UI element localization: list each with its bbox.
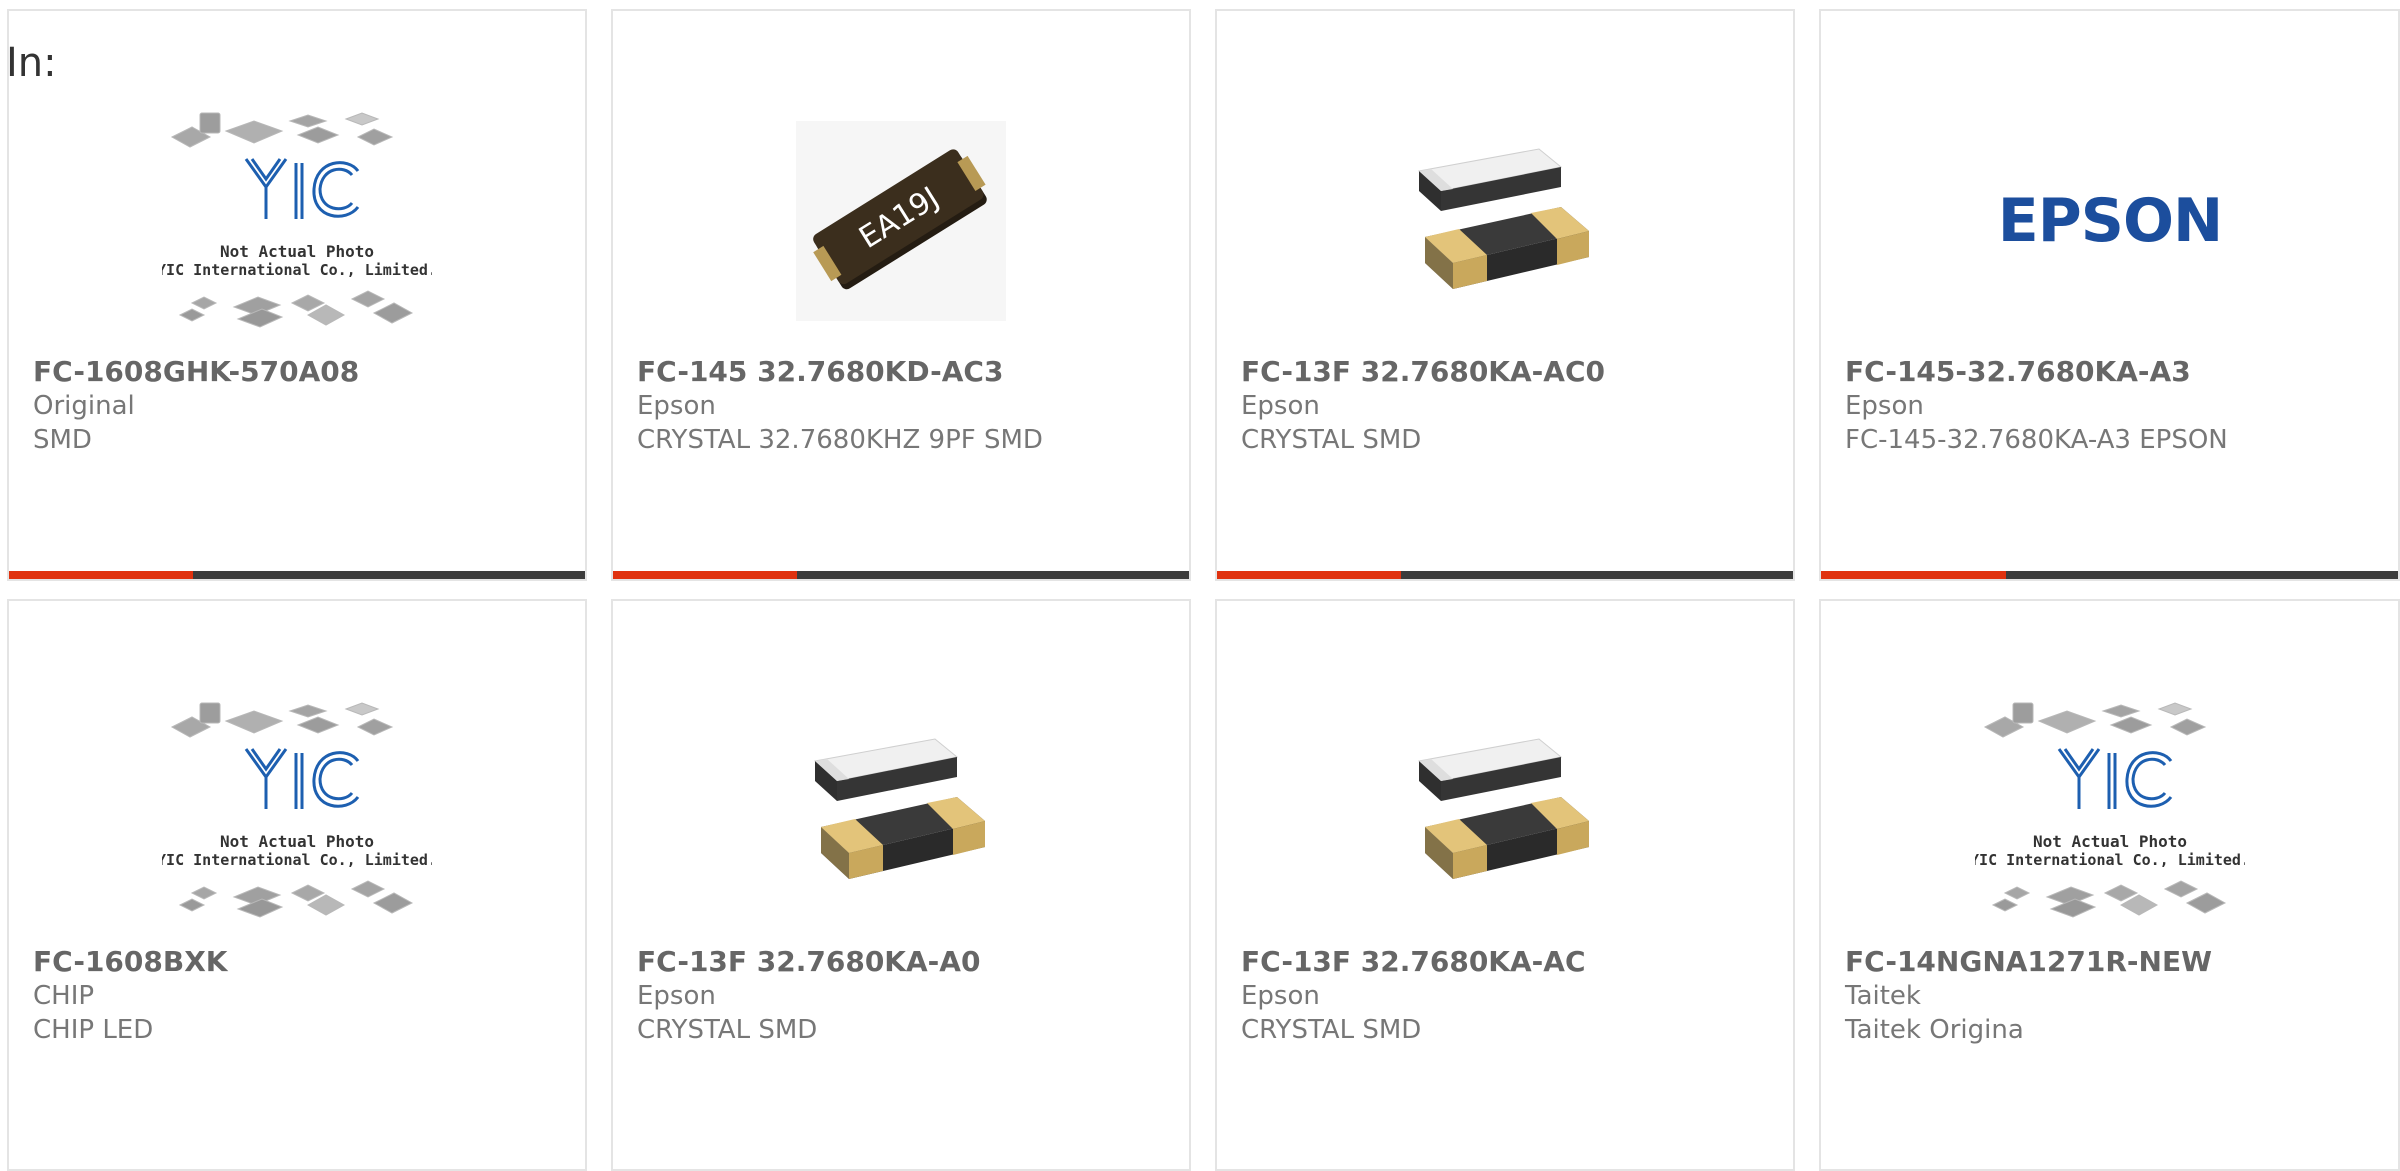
photo-caption-line-1: Not Actual Photo bbox=[2032, 832, 2186, 851]
description: Taitek Origina bbox=[1845, 1015, 2024, 1045]
photo-caption-line-1: Not Actual Photo bbox=[220, 242, 374, 261]
product-card[interactable]: FC-13F 32.7680KA-A0 Epson CRYSTAL SMD bbox=[611, 599, 1191, 1171]
product-info: FC-13F 32.7680KA-A0 Epson CRYSTAL SMD bbox=[637, 945, 1169, 1047]
card-progress-bar bbox=[1821, 571, 2398, 579]
description: SMD bbox=[33, 425, 92, 455]
part-number-link[interactable]: FC-1608GHK-570A08 bbox=[33, 355, 565, 389]
card-progress-bar bbox=[9, 571, 585, 579]
product-card[interactable]: EA19J FC-145 32.7680KD-AC3 Epson CRYSTAL 3… bbox=[611, 9, 1191, 581]
photo-caption-line-2: YIC International Co., Limited. bbox=[1975, 851, 2245, 869]
manufacturer: CHIP bbox=[33, 981, 95, 1011]
product-card[interactable]: FC-13F 32.7680KA-AC Epson CRYSTAL SMD bbox=[1215, 599, 1795, 1171]
photo-caption-line-1: Not Actual Photo bbox=[220, 832, 374, 851]
product-image[interactable] bbox=[613, 676, 1189, 946]
product-card[interactable]: FC-13F 32.7680KA-AC0 Epson CRYSTAL SMD bbox=[1215, 9, 1795, 581]
part-number-link[interactable]: FC-1608BXK bbox=[33, 945, 565, 979]
manufacturer: Epson bbox=[637, 391, 716, 421]
manufacturer: Original bbox=[33, 391, 135, 421]
card-progress-fill bbox=[9, 571, 194, 579]
product-grid: Not Actual Photo YIC International Co., … bbox=[7, 9, 2400, 1171]
card-progress-fill bbox=[1821, 571, 2006, 579]
card-progress-fill bbox=[1217, 571, 1402, 579]
product-image[interactable]: Not Actual Photo YIC International Co., … bbox=[9, 86, 585, 356]
card-progress-bar bbox=[613, 571, 1189, 579]
epson-logo-text: EPSON bbox=[1997, 186, 2221, 256]
yic-not-actual-photo-image: Not Actual Photo YIC International Co., … bbox=[162, 702, 432, 918]
manufacturer: Epson bbox=[1845, 391, 1924, 421]
part-number-link[interactable]: FC-13F 32.7680KA-AC bbox=[1241, 945, 1773, 979]
product-info: FC-13F 32.7680KA-AC Epson CRYSTAL SMD bbox=[1241, 945, 1773, 1047]
yic-not-actual-photo-image: Not Actual Photo YIC International Co., … bbox=[1975, 702, 2245, 918]
manufacturer: Epson bbox=[1241, 981, 1320, 1011]
product-image[interactable]: Not Actual Photo YIC International Co., … bbox=[9, 676, 585, 946]
photo-caption-line-2: YIC International Co., Limited. bbox=[162, 261, 432, 279]
crystal-smd-pair-image bbox=[813, 738, 985, 879]
page-label: In: bbox=[6, 40, 57, 86]
part-number-link[interactable]: FC-145-32.7680KA-A3 bbox=[1845, 355, 2378, 389]
manufacturer: Taitek bbox=[1845, 981, 1921, 1011]
crystal-smd-pair-image bbox=[1417, 148, 1589, 289]
product-info: FC-1608BXK CHIP CHIP LED bbox=[33, 945, 565, 1047]
product-info: FC-145 32.7680KD-AC3 Epson CRYSTAL 32.7680… bbox=[637, 355, 1169, 457]
part-number-link[interactable]: FC-13F 32.7680KA-A0 bbox=[637, 945, 1169, 979]
description: CRYSTAL SMD bbox=[1241, 1015, 1422, 1045]
product-image[interactable]: EA19J bbox=[613, 86, 1189, 356]
product-image[interactable]: EPSON bbox=[1821, 86, 2398, 356]
card-progress-fill bbox=[613, 571, 798, 579]
manufacturer: Epson bbox=[637, 981, 716, 1011]
card-progress-bar bbox=[1217, 571, 1793, 579]
product-info: FC-1608GHK-570A08 Original SMD bbox=[33, 355, 565, 457]
description: CRYSTAL SMD bbox=[637, 1015, 818, 1045]
product-card[interactable]: Not Actual Photo YIC International Co., … bbox=[7, 599, 587, 1171]
epson-logo-image: EPSON bbox=[1997, 186, 2222, 256]
description: CRYSTAL 32.7680KHZ 9PF SMD bbox=[637, 425, 1043, 455]
product-card[interactable]: Not Actual Photo YIC International Co., … bbox=[1819, 599, 2400, 1171]
part-number-link[interactable]: FC-13F 32.7680KA-AC0 bbox=[1241, 355, 1773, 389]
product-info: FC-13F 32.7680KA-AC0 Epson CRYSTAL SMD bbox=[1241, 355, 1773, 457]
part-number-link[interactable]: FC-14NGNA1271R-NEW bbox=[1845, 945, 2378, 979]
product-image[interactable] bbox=[1217, 86, 1793, 356]
product-card[interactable]: Not Actual Photo YIC International Co., … bbox=[7, 9, 587, 581]
product-image[interactable]: Not Actual Photo YIC International Co., … bbox=[1821, 676, 2398, 946]
manufacturer: Epson bbox=[1241, 391, 1320, 421]
crystal-ea19j-image: EA19J bbox=[796, 121, 1006, 321]
part-number-link[interactable]: FC-145 32.7680KD-AC3 bbox=[637, 355, 1169, 389]
product-info: FC-14NGNA1271R-NEW Taitek Taitek Origina bbox=[1845, 945, 2378, 1047]
product-image[interactable] bbox=[1217, 676, 1793, 946]
description: FC-145-32.7680KA-A3 EPSON bbox=[1845, 425, 2228, 455]
photo-caption-line-2: YIC International Co., Limited. bbox=[162, 851, 432, 869]
product-card[interactable]: EPSON FC-145-32.7680KA-A3 Epson FC-145-32.… bbox=[1819, 9, 2400, 581]
description: CHIP LED bbox=[33, 1015, 154, 1045]
description: CRYSTAL SMD bbox=[1241, 425, 1422, 455]
yic-not-actual-photo-image: Not Actual Photo YIC International Co., … bbox=[162, 112, 432, 328]
product-info: FC-145-32.7680KA-A3 Epson FC-145-32.7680KA… bbox=[1845, 355, 2378, 457]
crystal-smd-pair-image bbox=[1417, 738, 1589, 879]
